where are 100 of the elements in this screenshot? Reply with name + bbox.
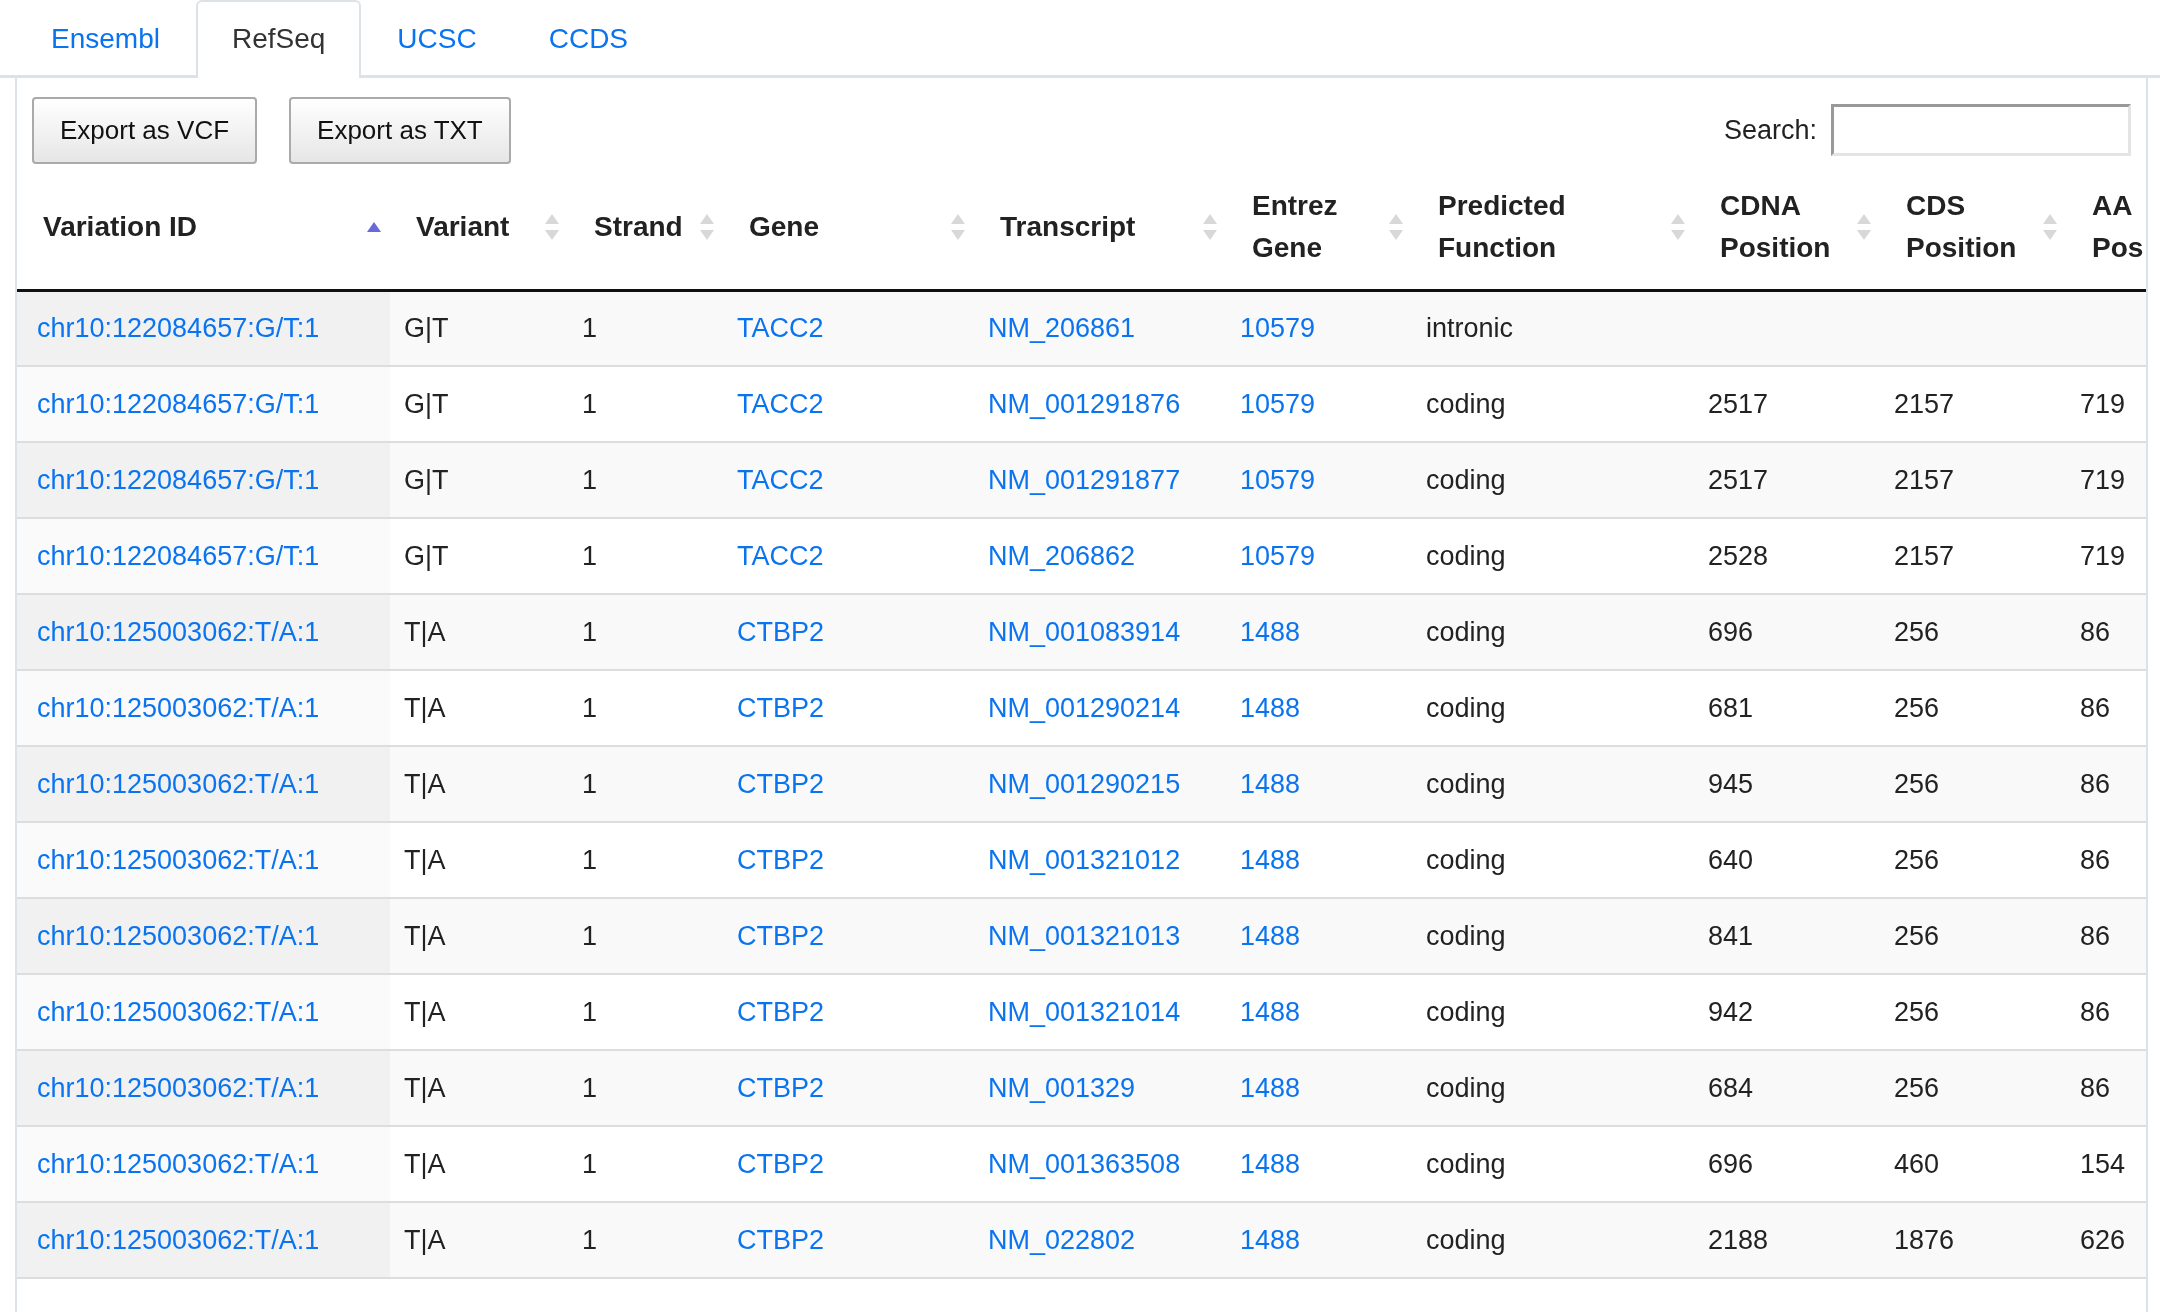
table-link[interactable]: 10579 [1240, 540, 1316, 571]
tab[interactable]: UCSC [361, 0, 513, 78]
table-cell: G|T [404, 464, 449, 495]
column-header[interactable]: Transcript [1000, 206, 1190, 249]
table-link[interactable]: 10579 [1240, 388, 1316, 419]
table-link[interactable]: CTBP2 [737, 692, 825, 723]
table-cell: 684 [1708, 1072, 1754, 1103]
table-cell: 86 [2080, 844, 2111, 875]
table-cell: 256 [1894, 616, 1940, 647]
table-cell: G|T [404, 540, 449, 571]
table-cell: 696 [1708, 1148, 1754, 1179]
table-link[interactable]: TACC2 [737, 313, 824, 343]
table-link[interactable]: 1488 [1240, 768, 1301, 799]
table-cell: 256 [1894, 692, 1940, 723]
table-link[interactable]: TACC2 [737, 388, 824, 419]
search-label: Search: [1723, 113, 1817, 147]
column-header[interactable]: CDNA Position [1720, 185, 1844, 270]
table-cell: 86 [2080, 692, 2111, 723]
table-link[interactable]: CTBP2 [737, 920, 825, 951]
table-link[interactable]: 1488 [1240, 616, 1301, 647]
column-header[interactable]: Gene [749, 206, 938, 249]
table-cell: 640 [1708, 844, 1754, 875]
table-link[interactable]: NM_001290214 [988, 692, 1181, 723]
table-cell: 1876 [1894, 1224, 1955, 1255]
column-header[interactable]: Variation ID [43, 206, 354, 249]
table-link[interactable]: 1488 [1240, 1072, 1301, 1103]
table-cell: coding [1426, 996, 1506, 1027]
table-cell: 681 [1708, 692, 1754, 723]
tab[interactable]: RefSeq [195, 0, 362, 78]
table-cell: 1 [582, 313, 598, 343]
sort-ascending-icon[interactable] [366, 220, 382, 235]
table-cell: 2188 [1708, 1224, 1769, 1255]
table-cell: 719 [2080, 388, 2126, 419]
column-header[interactable]: Entrez Gene [1252, 185, 1376, 270]
table-cell: 256 [1894, 1072, 1940, 1103]
table-link[interactable]: NM_001291876 [988, 388, 1181, 419]
table-cell: 696 [1708, 616, 1754, 647]
table-cell: 86 [2080, 996, 2111, 1027]
table-link[interactable]: TACC2 [737, 540, 824, 571]
table-link[interactable]: NM_001363508 [988, 1148, 1181, 1179]
table-cell: 2157 [1894, 464, 1955, 495]
table-cell: G|T [404, 313, 449, 343]
search-field[interactable] [1831, 104, 2131, 156]
table-link[interactable]: CTBP2 [737, 616, 825, 647]
table-cell: 719 [2080, 464, 2126, 495]
table-cell: T|A [404, 1072, 446, 1103]
table-cell: 945 [1708, 768, 1754, 799]
table-cell: T|A [404, 692, 446, 723]
table-cell: 2157 [1894, 388, 1955, 419]
table-link[interactable]: CTBP2 [737, 1148, 825, 1179]
table-link[interactable]: 10579 [1240, 313, 1316, 343]
column-header[interactable]: CDS Position [1906, 185, 2030, 270]
table-cell: 86 [2080, 920, 2111, 951]
table-link[interactable]: TACC2 [737, 464, 824, 495]
table-link[interactable]: 1488 [1240, 1224, 1301, 1255]
column-header[interactable]: AA Pos [2092, 185, 2146, 270]
table-link[interactable]: 1488 [1240, 1148, 1301, 1179]
column-header[interactable]: Strand [594, 206, 687, 249]
table-cell: 256 [1894, 996, 1940, 1027]
export-button[interactable]: Export as TXT [289, 96, 511, 164]
table-cell: 1 [582, 388, 598, 419]
tab[interactable]: Ensembl [15, 0, 196, 78]
column-header[interactable]: Variant [416, 206, 532, 249]
table-link[interactable]: 1488 [1240, 996, 1301, 1027]
table-cell: intronic [1426, 313, 1514, 343]
table-cell: 841 [1708, 920, 1754, 951]
table-link[interactable]: 1488 [1240, 692, 1301, 723]
tab[interactable]: CCDS [512, 0, 665, 78]
table-cell: T|A [404, 920, 446, 951]
table-link[interactable]: 1488 [1240, 844, 1301, 875]
table-cell: 1 [582, 1148, 598, 1179]
table-cell: 1 [582, 692, 598, 723]
export-button[interactable]: Export as VCF [32, 96, 258, 164]
table-link[interactable]: CTBP2 [737, 1224, 825, 1255]
table-cell: 719 [2080, 540, 2126, 571]
table-cell: 1 [582, 844, 598, 875]
table-cell: T|A [404, 768, 446, 799]
table-link[interactable]: 10579 [1240, 464, 1316, 495]
table-link[interactable]: NM_206862 [988, 540, 1136, 571]
table-cell: 2157 [1894, 540, 1955, 571]
table-cell: T|A [404, 1224, 446, 1255]
table-cell: coding [1426, 464, 1506, 495]
table-cell: 1 [582, 540, 598, 571]
table-link[interactable]: NM_001321014 [988, 996, 1181, 1027]
table-cell: T|A [404, 996, 446, 1027]
table-cell: coding [1426, 1148, 1506, 1179]
table-cell: 1 [582, 464, 598, 495]
column-header[interactable]: Predicted Function [1438, 185, 1658, 270]
table-link[interactable]: CTBP2 [737, 996, 825, 1027]
table-cell: T|A [404, 844, 446, 875]
table-cell: 626 [2080, 1224, 2126, 1255]
table-cell: coding [1426, 616, 1506, 647]
table-link[interactable]: CTBP2 [737, 844, 825, 875]
table-cell: 1 [582, 768, 598, 799]
table-link[interactable]: CTBP2 [737, 768, 825, 799]
table-link[interactable]: NM_001321012 [988, 844, 1181, 875]
table-link[interactable]: CTBP2 [737, 1072, 825, 1103]
table-cell: 86 [2080, 768, 2111, 799]
table-cell: coding [1426, 388, 1506, 419]
table-link[interactable]: 1488 [1240, 920, 1301, 951]
